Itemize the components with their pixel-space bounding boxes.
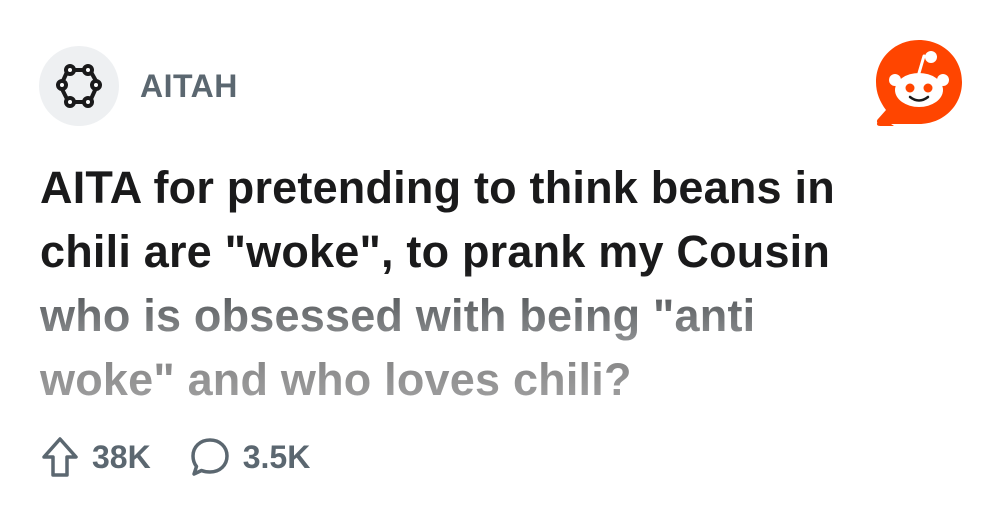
subreddit-avatar[interactable] xyxy=(39,46,119,126)
upvote-button[interactable]: 38K xyxy=(40,435,151,479)
comment-bubble-icon xyxy=(190,438,229,476)
upvote-count: 38K xyxy=(92,438,151,475)
post-title[interactable]: AITA for pretending to think beans in ch… xyxy=(40,156,960,412)
subreddit-community-icon xyxy=(56,64,102,108)
comment-button[interactable]: 3.5K xyxy=(189,435,311,479)
post-stats: 38K 3.5K xyxy=(40,435,348,479)
post-title-line: who is obsessed with being "anti xyxy=(40,290,756,341)
post-card[interactable]: AITAH AITA for pretending to think beans… xyxy=(0,0,1000,521)
comment-count: 3.5K xyxy=(242,438,311,475)
post-title-line: AITA for pretending to think beans in xyxy=(40,162,835,213)
post-title-line: woke" and who loves chili? xyxy=(40,354,632,405)
upvote-arrow-icon xyxy=(42,437,78,477)
reddit-logo xyxy=(872,38,966,130)
reddit-snoo-logo xyxy=(876,40,962,126)
post-title-line: chili are "woke", to prank my Cousin xyxy=(40,226,831,277)
subreddit-name[interactable]: AITAH xyxy=(140,68,238,105)
